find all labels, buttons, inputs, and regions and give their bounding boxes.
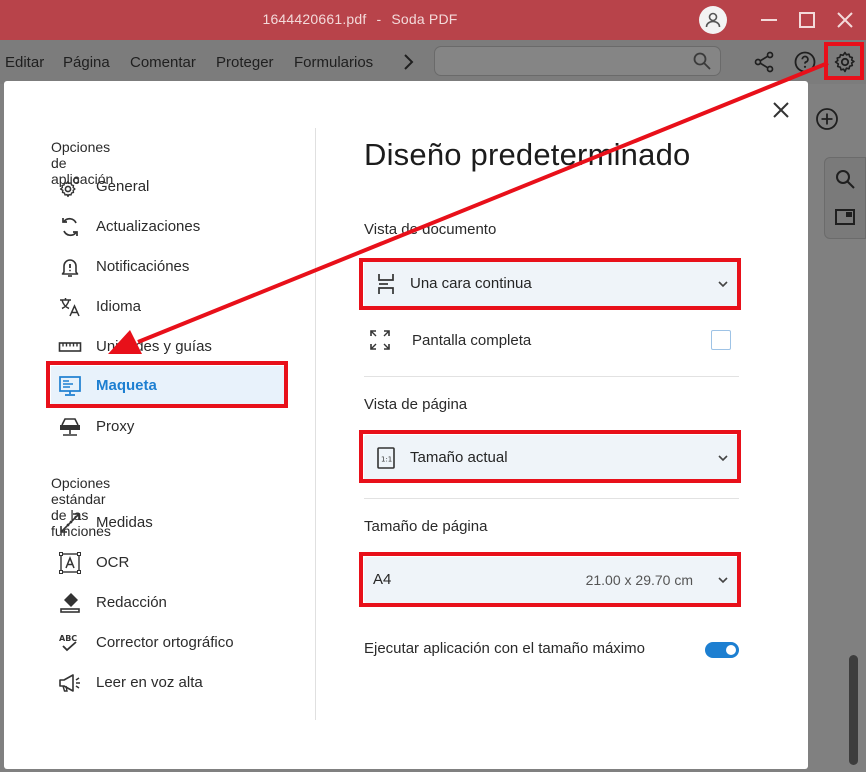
document-view-select[interactable]: Una cara continua	[364, 261, 739, 307]
settings-gear-icon[interactable]	[833, 50, 857, 74]
max-size-toggle[interactable]	[705, 642, 739, 658]
sidebar-item-label: Leer en voz alta	[96, 674, 203, 691]
zoom-search-icon[interactable]	[834, 168, 856, 190]
sidebar-item-label: Unidades y guías	[96, 338, 212, 355]
menu-pagina[interactable]: Página	[63, 54, 110, 71]
chevron-down-icon	[718, 281, 728, 288]
close-dialog-icon[interactable]	[767, 96, 795, 124]
sidebar-item-label: Actualizaciones	[96, 218, 201, 235]
sidebar-item-notificaciones[interactable]: Notificaciónes	[51, 247, 284, 287]
translate-icon	[60, 298, 80, 317]
actual-size-icon: 1:1	[377, 447, 395, 469]
panel-toggle-icon[interactable]	[834, 206, 856, 228]
sidebar-item-label: OCR	[96, 554, 130, 571]
sidebar-item-medidas[interactable]: Medidas	[51, 503, 284, 543]
max-size-label: Ejecutar aplicación con el tamaño máximo	[364, 640, 645, 657]
sidebar-item-label: Corrector ortográfico	[96, 634, 234, 651]
help-icon[interactable]	[793, 50, 817, 74]
ocr-icon	[59, 552, 81, 574]
fullscreen-checkbox[interactable]	[711, 330, 731, 350]
page-view-label: Vista de página	[364, 396, 468, 413]
sidebar-item-label: Medidas	[96, 514, 153, 531]
sidebar-item-general[interactable]: General	[51, 167, 284, 207]
document-view-label: Vista de documento	[364, 221, 497, 238]
toggle-knob	[726, 645, 736, 655]
menu-formularios[interactable]: Formularios	[294, 54, 373, 71]
sidebar-item-label: Redacción	[96, 594, 167, 611]
document-view-value: Una cara continua	[410, 275, 532, 292]
measure-icon	[60, 513, 80, 533]
menu-comentar[interactable]: Comentar	[130, 54, 196, 71]
scrollbar-thumb[interactable]	[849, 655, 858, 765]
svg-text:1:1: 1:1	[381, 456, 392, 464]
megaphone-icon	[59, 674, 80, 692]
fullscreen-label: Pantalla completa	[412, 332, 532, 349]
sidebar-item-actualizaciones[interactable]: Actualizaciones	[51, 207, 284, 247]
gear-icon	[59, 177, 80, 198]
side-toolbar	[824, 157, 866, 239]
sidebar-item-leer[interactable]: Leer en voz alta	[51, 663, 284, 703]
continuous-page-icon	[378, 274, 394, 294]
title-bar: 1644420661.pdf - Soda PDF	[0, 0, 866, 40]
menu-bar: Editar Página Comentar Proteger Formular…	[0, 40, 866, 84]
sidebar-item-label: General	[96, 178, 150, 195]
sidebar-item-label: Maqueta	[96, 377, 157, 394]
close-window-icon[interactable]	[833, 8, 857, 32]
page-view-select[interactable]: 1:1 Tamaño actual	[364, 435, 739, 481]
menu-editar[interactable]: Editar	[5, 54, 44, 71]
divider	[315, 128, 316, 720]
maximize-icon[interactable]	[795, 8, 819, 32]
sidebar-item-label: Notificaciónes	[96, 258, 190, 275]
sidebar-item-idioma[interactable]: Idioma	[51, 287, 284, 327]
add-tab-icon[interactable]	[812, 104, 842, 134]
chevron-right-icon[interactable]	[400, 52, 416, 72]
window-title: 1644420661.pdf - Soda PDF	[262, 11, 458, 27]
ruler-icon	[58, 342, 82, 352]
minimize-icon[interactable]	[757, 8, 781, 32]
sidebar-item-maqueta[interactable]: Maqueta	[51, 366, 284, 406]
page-size-dimensions: 21.00 x 29.70 cm	[585, 572, 693, 588]
divider	[364, 376, 739, 377]
sidebar-item-corrector[interactable]: ABC Corrector ortográfico	[51, 623, 284, 663]
share-icon[interactable]	[752, 50, 776, 74]
sidebar-item-proxy[interactable]: Proxy	[51, 407, 284, 447]
page-view-value: Tamaño actual	[410, 449, 508, 466]
eraser-icon	[60, 593, 80, 613]
app-name: Soda PDF	[391, 11, 458, 27]
page-title: Diseño predeterminado	[364, 137, 691, 172]
sidebar-item-ocr[interactable]: OCR	[51, 543, 284, 583]
search-icon	[693, 52, 711, 70]
menu-proteger[interactable]: Proteger	[216, 54, 274, 71]
divider	[364, 498, 739, 499]
account-avatar-icon[interactable]	[699, 6, 727, 34]
layout-icon	[59, 376, 81, 396]
sidebar-item-label: Idioma	[96, 298, 142, 315]
sidebar-item-label: Proxy	[96, 418, 135, 435]
proxy-icon	[60, 418, 80, 436]
chevron-down-icon	[718, 455, 728, 462]
chevron-down-icon	[718, 577, 728, 584]
page-size-label: Tamaño de página	[364, 518, 488, 535]
file-name: 1644420661.pdf	[262, 11, 367, 27]
sidebar-item-redaccion[interactable]: Redacción	[51, 583, 284, 623]
search-input[interactable]	[434, 46, 721, 76]
fullscreen-icon	[370, 330, 390, 350]
page-size-select[interactable]: A4 21.00 x 29.70 cm	[364, 557, 739, 603]
sidebar-item-unidades[interactable]: Unidades y guías	[51, 327, 284, 367]
svg-text:ABC: ABC	[59, 634, 77, 643]
bell-icon	[61, 259, 79, 277]
refresh-icon	[62, 217, 78, 237]
spellcheck-icon: ABC	[59, 634, 77, 652]
page-size-value: A4	[373, 571, 392, 588]
